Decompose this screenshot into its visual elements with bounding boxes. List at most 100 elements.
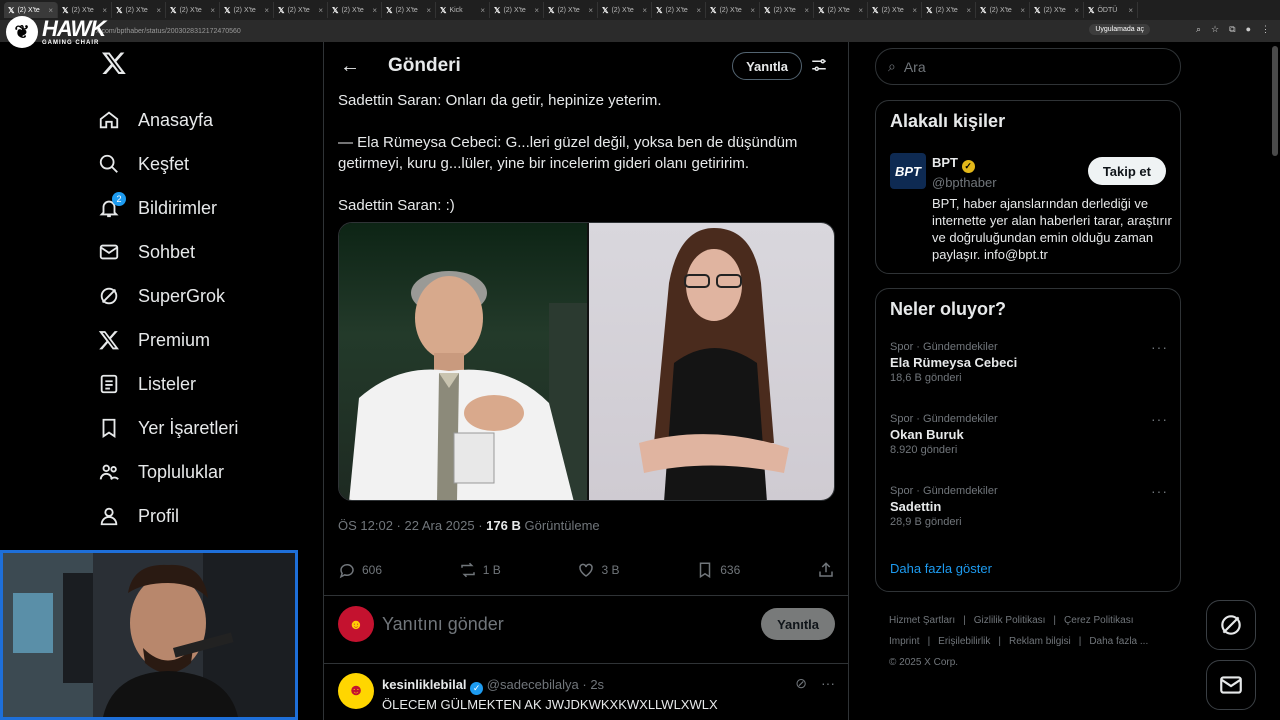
close-icon[interactable]: ×	[588, 6, 593, 15]
trend-item[interactable]: Spor · Gündemdekiler Ela Rümeysa Cebeci 18…	[890, 339, 1168, 384]
profile-icon[interactable]: ●	[1246, 24, 1251, 35]
reply-submit-button[interactable]: Yanıtla	[761, 608, 835, 640]
close-icon[interactable]: ×	[1074, 6, 1079, 15]
sidebar-item-profile[interactable]: Profil	[98, 494, 318, 538]
close-icon[interactable]: ×	[642, 6, 647, 15]
account-handle[interactable]: @bpthaber	[932, 175, 997, 190]
close-icon[interactable]: ×	[858, 6, 863, 15]
extensions-icon[interactable]: ⧉	[1229, 24, 1235, 35]
footer-link[interactable]: Hizmet Şartları	[889, 615, 955, 626]
address-bar[interactable]: x.com/bpthaber/status/200302831217247056…	[0, 20, 1280, 42]
sidebar-item-list[interactable]: Listeler	[98, 362, 318, 406]
sidebar-item-bell[interactable]: 2 Bildirimler	[98, 186, 318, 230]
browser-tab[interactable]: 𝕏 (2) X'te ×	[706, 2, 760, 18]
url-text[interactable]: x.com/bpthaber/status/200302831217247056…	[96, 28, 241, 35]
reply-author-handle[interactable]: @sadecebilalya · 2s	[487, 677, 604, 692]
reply-input[interactable]: Yanıtını gönder	[382, 614, 504, 635]
close-icon[interactable]: ×	[102, 6, 107, 15]
grok-icon[interactable]: ⊘	[795, 675, 807, 692]
more-icon[interactable]: ···	[821, 675, 835, 692]
repost-action[interactable]: 1 B	[459, 561, 501, 579]
photo-man[interactable]	[339, 223, 587, 500]
close-icon[interactable]: ×	[750, 6, 755, 15]
footer-link[interactable]: Çerez Politikası	[1064, 615, 1133, 626]
browser-tab[interactable]: 𝕏 (2) X'te ×	[922, 2, 976, 18]
trend-item[interactable]: Spor · Gündemdekiler Okan Buruk 8.920 gönd…	[890, 411, 1168, 456]
x-logo-icon[interactable]	[101, 50, 318, 86]
grok-fab-button[interactable]	[1206, 600, 1256, 650]
browser-tab[interactable]: 𝕏 Kick ×	[436, 2, 490, 18]
more-icon[interactable]: ···	[1151, 339, 1168, 355]
reply-action[interactable]: 606	[338, 561, 382, 579]
messages-fab-button[interactable]	[1206, 660, 1256, 710]
browser-tab[interactable]: 𝕏 (2) X'te ×	[652, 2, 706, 18]
post-time[interactable]: ÖS 12:02 · 22 Ara 2025 ·	[338, 518, 486, 533]
back-arrow-icon[interactable]: ←	[340, 55, 364, 78]
open-in-app-button[interactable]: Uygulamada aç	[1089, 24, 1150, 35]
sidebar-item-x[interactable]: Premium	[98, 318, 318, 362]
sidebar-item-bookmark[interactable]: Yer İşaretleri	[98, 406, 318, 450]
sidebar-item-mail[interactable]: Sohbet	[98, 230, 318, 274]
share-action[interactable]	[817, 561, 835, 579]
close-icon[interactable]: ×	[156, 6, 161, 15]
reply-header-button[interactable]: Yanıtla	[732, 52, 802, 80]
follow-button[interactable]: Takip et	[1087, 157, 1166, 185]
browser-tab[interactable]: 𝕏 (2) X'te ×	[328, 2, 382, 18]
post-media[interactable]	[338, 222, 835, 501]
trend-item[interactable]: Spor · Gündemdekiler Sadettin 28,9 B gönde…	[890, 483, 1168, 528]
close-icon[interactable]: ×	[966, 6, 971, 15]
browser-tab[interactable]: 𝕏 (2) X'te ×	[490, 2, 544, 18]
footer-link[interactable]: Gizlilik Politikası	[974, 615, 1046, 626]
close-icon[interactable]: ×	[318, 6, 323, 15]
avatar[interactable]: BPT	[890, 153, 926, 189]
close-icon[interactable]: ×	[372, 6, 377, 15]
browser-tab[interactable]: 𝕏 (2) X'te ×	[220, 2, 274, 18]
close-icon[interactable]: ×	[1128, 6, 1133, 15]
menu-icon[interactable]: ⋮	[1261, 24, 1270, 35]
sliders-icon[interactable]	[810, 56, 828, 74]
bookmark-action[interactable]: 636	[696, 561, 740, 579]
browser-tab[interactable]: 𝕏 (2) X'te ×	[1030, 2, 1084, 18]
page-scrollbar[interactable]	[1272, 46, 1278, 156]
sidebar-item-communities[interactable]: Topluluklar	[98, 450, 318, 494]
browser-tab[interactable]: 𝕏 (2) X'te ×	[544, 2, 598, 18]
close-icon[interactable]: ×	[48, 6, 53, 15]
account-name[interactable]: BPT ✓	[932, 155, 975, 173]
show-more-link[interactable]: Daha fazla göster	[890, 561, 992, 576]
avatar[interactable]: ☻	[338, 673, 374, 709]
more-icon[interactable]: ···	[1151, 411, 1168, 427]
browser-tab[interactable]: 𝕏 (2) X'te ×	[760, 2, 814, 18]
search-input[interactable]: ⌕ Ara	[875, 48, 1181, 85]
sidebar-item-search[interactable]: Keşfet	[98, 142, 318, 186]
browser-tab[interactable]: 𝕏 (2) X'te ×	[814, 2, 868, 18]
close-icon[interactable]: ×	[534, 6, 539, 15]
like-action[interactable]: 3 B	[577, 561, 620, 579]
browser-tab[interactable]: 𝕏 (2) X'te ×	[112, 2, 166, 18]
more-icon[interactable]: ···	[1151, 483, 1168, 499]
close-icon[interactable]: ×	[210, 6, 215, 15]
close-icon[interactable]: ×	[426, 6, 431, 15]
star-icon[interactable]: ☆	[1211, 24, 1219, 35]
reply-author-name[interactable]: kesinliklebilal	[382, 677, 467, 692]
footer-link[interactable]: Erişilebilirlik	[938, 636, 990, 647]
browser-tab[interactable]: 𝕏 (2) X'te ×	[166, 2, 220, 18]
browser-tab[interactable]: 𝕏 ÖDTÜ ×	[1084, 2, 1138, 18]
close-icon[interactable]: ×	[804, 6, 809, 15]
footer-link[interactable]: Imprint	[889, 636, 920, 647]
avatar[interactable]: ☻	[338, 606, 374, 642]
browser-tab[interactable]: 𝕏 (2) X'te ×	[598, 2, 652, 18]
browser-tab[interactable]: 𝕏 (2) X'te ×	[274, 2, 328, 18]
zoom-icon[interactable]: ⌕	[1196, 24, 1201, 35]
close-icon[interactable]: ×	[912, 6, 917, 15]
browser-tab[interactable]: 𝕏 (2) X'te ×	[382, 2, 436, 18]
close-icon[interactable]: ×	[1020, 6, 1025, 15]
close-icon[interactable]: ×	[480, 6, 485, 15]
close-icon[interactable]: ×	[696, 6, 701, 15]
sidebar-item-grok[interactable]: SuperGrok	[98, 274, 318, 318]
browser-tab[interactable]: 𝕏 (2) X'te ×	[976, 2, 1030, 18]
browser-tab[interactable]: 𝕏 (2) X'te ×	[868, 2, 922, 18]
footer-link[interactable]: Reklam bilgisi	[1009, 636, 1071, 647]
footer-link[interactable]: Daha fazla ...	[1089, 636, 1148, 647]
photo-woman[interactable]	[587, 223, 834, 500]
sidebar-item-home[interactable]: Anasayfa	[98, 98, 318, 142]
